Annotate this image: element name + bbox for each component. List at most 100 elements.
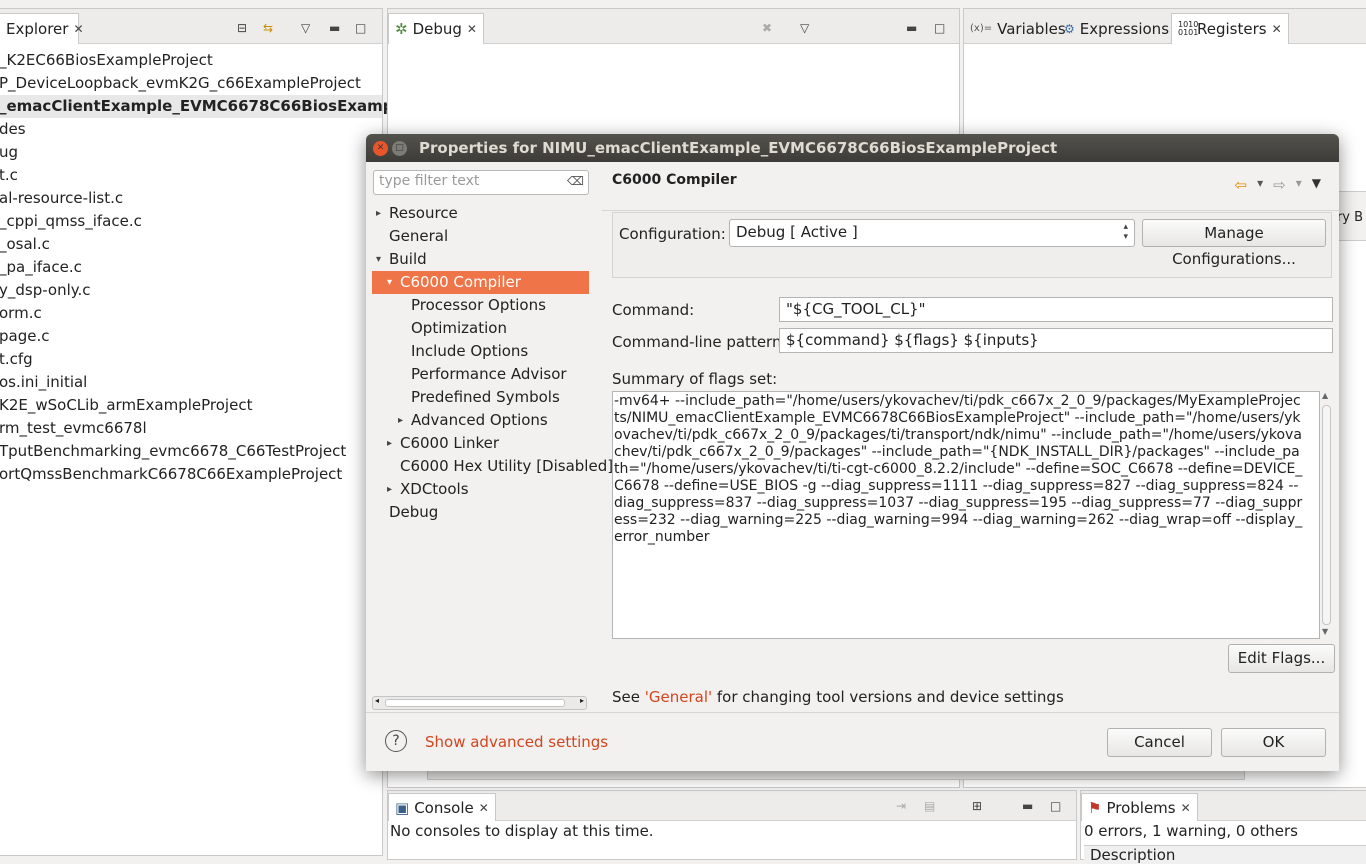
dialog-titlebar[interactable]: ✕ □ Properties for NIMU_emacClientExampl… <box>366 134 1339 162</box>
explorer-item[interactable]: _pa_iface.c <box>0 256 382 279</box>
scroll-left-icon[interactable]: ◂ <box>375 696 379 705</box>
filter-input[interactable]: type filter text ⌫ <box>373 170 589 195</box>
view-menu-icon[interactable]: ▽ <box>301 21 310 35</box>
scroll-thumb[interactable] <box>1322 405 1331 625</box>
tree-item[interactable]: ▸ XDCtools <box>372 478 589 501</box>
command-field[interactable]: "${CG_TOOL_CL}" <box>779 297 1333 322</box>
tree-item[interactable]: Processor Options <box>372 294 589 317</box>
explorer-item[interactable]: y_dsp-only.c <box>0 279 382 302</box>
tree-item[interactable]: ▸ Resource <box>372 202 589 225</box>
ok-button[interactable]: OK <box>1221 728 1326 757</box>
explorer-item[interactable]: des <box>0 118 382 141</box>
close-icon[interactable]: ✕ <box>1272 22 1282 36</box>
tree-item[interactable]: Performance Advisor <box>372 363 589 386</box>
tree-item-label: C6000 Linker <box>400 434 499 452</box>
tree-item[interactable]: General <box>372 225 589 248</box>
expanded-arrow-icon[interactable]: ▾ <box>387 271 392 294</box>
link-editor-icon[interactable]: ⇆ <box>263 21 273 35</box>
explorer-item[interactable]: _K2EC66BiosExampleProject <box>0 49 382 72</box>
tab-variables[interactable]: (x)= Variables <box>964 13 1072 44</box>
minimize-icon[interactable]: ▬ <box>329 21 340 35</box>
scroll-down-icon[interactable]: ▼ <box>1322 627 1328 636</box>
tree-item[interactable]: Predefined Symbols <box>372 386 589 409</box>
summary-vscrollbar[interactable]: ▲ ▼ <box>1320 391 1332 639</box>
explorer-item[interactable]: ug <box>0 141 382 164</box>
tree-item[interactable]: ▾ C6000 Compiler <box>372 271 589 294</box>
explorer-item[interactable]: K2E_wSoCLib_armExampleProject <box>0 394 382 417</box>
collapsed-arrow-icon[interactable]: ▸ <box>398 409 403 432</box>
help-icon[interactable]: ? <box>385 730 407 752</box>
chevron-down-icon[interactable]: ▾ <box>1296 176 1302 194</box>
explorer-item[interactable]: _cppi_qmss_iface.c <box>0 210 382 233</box>
pin-console-icon[interactable]: ⇥ <box>896 799 906 813</box>
tree-item[interactable]: Optimization <box>372 317 589 340</box>
cancel-button[interactable]: Cancel <box>1107 728 1212 757</box>
collapse-all-icon[interactable]: ⊟ <box>237 21 247 35</box>
maximize-icon[interactable]: □ <box>1050 799 1061 813</box>
close-icon[interactable]: ✕ <box>373 141 388 156</box>
tree-item[interactable]: Include Options <box>372 340 589 363</box>
close-icon[interactable]: ✕ <box>479 801 489 815</box>
configuration-group: Configuration: Debug [ Active ] ▴ ▾ Manag… <box>612 212 1332 278</box>
collapsed-arrow-icon[interactable]: ▸ <box>387 478 392 501</box>
display-console-icon[interactable]: ▤ <box>924 799 935 813</box>
tree-item[interactable]: C6000 Hex Utility [Disabled] <box>372 455 613 478</box>
close-icon[interactable]: ✕ <box>467 22 477 36</box>
explorer-item[interactable]: os.ini_initial <box>0 371 382 394</box>
explorer-item[interactable]: rm_test_evmc6678l <box>0 417 382 440</box>
view-menu-icon[interactable]: ▽ <box>800 21 809 35</box>
explorer-item[interactable]: t.c <box>0 164 382 187</box>
general-link[interactable]: 'General' <box>645 688 712 706</box>
chevron-down-icon[interactable]: ▾ <box>1257 176 1263 194</box>
configuration-select[interactable]: Debug [ Active ] ▴ ▾ <box>729 219 1135 247</box>
expanded-arrow-icon[interactable]: ▾ <box>376 248 381 271</box>
close-icon[interactable]: ✕ <box>73 22 83 36</box>
explorer-item[interactable]: P_DeviceLoopback_evmK2G_c66ExampleProjec… <box>0 72 382 95</box>
open-console-icon[interactable]: ⊞ <box>972 799 982 813</box>
column-header-description[interactable]: Description <box>1084 845 1366 864</box>
maximize-icon[interactable]: □ <box>355 21 366 35</box>
problems-tabbar: ⚑ Problems ✕ <box>1081 791 1366 821</box>
scroll-up-icon[interactable]: ▲ <box>1322 391 1328 400</box>
maximize-icon[interactable]: □ <box>392 141 407 156</box>
tab-console[interactable]: ▣ Console ✕ <box>388 793 496 821</box>
explorer-item[interactable]: TputBenchmarking_evmc6678_C66TestProject <box>0 440 382 463</box>
tab-problems[interactable]: ⚑ Problems ✕ <box>1081 793 1198 821</box>
tree-item[interactable]: ▸ C6000 Linker <box>372 432 589 455</box>
tab-debug[interactable]: ✲ Debug ✕ <box>388 13 484 44</box>
problems-summary: 0 errors, 1 warning, 0 others <box>1084 822 1298 840</box>
tab-registers[interactable]: 1010 0101 Registers ✕ <box>1171 13 1289 44</box>
explorer-item[interactable]: page.c <box>0 325 382 348</box>
view-menu-icon[interactable]: ▼ <box>1312 176 1321 194</box>
tree-item-label: Build <box>389 250 427 268</box>
explorer-item[interactable]: t.cfg <box>0 348 382 371</box>
scroll-right-icon[interactable]: ▸ <box>580 696 584 705</box>
explorer-item[interactable]: _emacClientExample_EVMC6678C66BiosExampl… <box>0 95 443 118</box>
edit-flags-button[interactable]: Edit Flags... <box>1228 644 1335 673</box>
tree-item[interactable]: ▾ Build <box>372 248 589 271</box>
tree-item[interactable]: Debug <box>372 501 589 524</box>
tree-hscrollbar[interactable]: ◂ ▸ <box>372 696 587 710</box>
minimize-icon[interactable]: ▬ <box>1022 799 1033 813</box>
explorer-item[interactable]: ortQmssBenchmarkC6678C66ExampleProject <box>0 463 382 486</box>
pattern-field[interactable]: ${command} ${flags} ${inputs} <box>779 328 1333 353</box>
minimize-icon[interactable]: ▬ <box>906 21 917 35</box>
tree-item[interactable]: ▸ Advanced Options <box>372 409 589 432</box>
scroll-thumb[interactable] <box>385 699 565 707</box>
tab-explorer[interactable]: Explorer ✕ <box>0 13 84 44</box>
clear-filter-icon[interactable]: ⌫ <box>567 174 584 188</box>
tab-expressions[interactable]: ⚙ Expressions <box>1058 13 1175 44</box>
explorer-item[interactable]: _osal.c <box>0 233 382 256</box>
manage-configurations-button[interactable]: Manage Configurations... <box>1142 219 1326 268</box>
collapsed-arrow-icon[interactable]: ▸ <box>387 432 392 455</box>
explorer-item[interactable]: orm.c <box>0 302 382 325</box>
flags-summary-textarea[interactable]: -mv64+ --include_path="/home/users/ykova… <box>612 391 1320 639</box>
forward-arrow-icon[interactable]: ⇨ <box>1273 176 1286 194</box>
maximize-icon[interactable]: □ <box>934 21 945 35</box>
explorer-item[interactable]: al-resource-list.c <box>0 187 382 210</box>
back-arrow-icon[interactable]: ⇦ <box>1235 176 1248 194</box>
show-advanced-settings-link[interactable]: Show advanced settings <box>425 733 608 751</box>
collapsed-arrow-icon[interactable]: ▸ <box>376 202 381 225</box>
remove-launches-icon[interactable]: ✖ <box>762 21 772 35</box>
close-icon[interactable]: ✕ <box>1181 801 1191 815</box>
